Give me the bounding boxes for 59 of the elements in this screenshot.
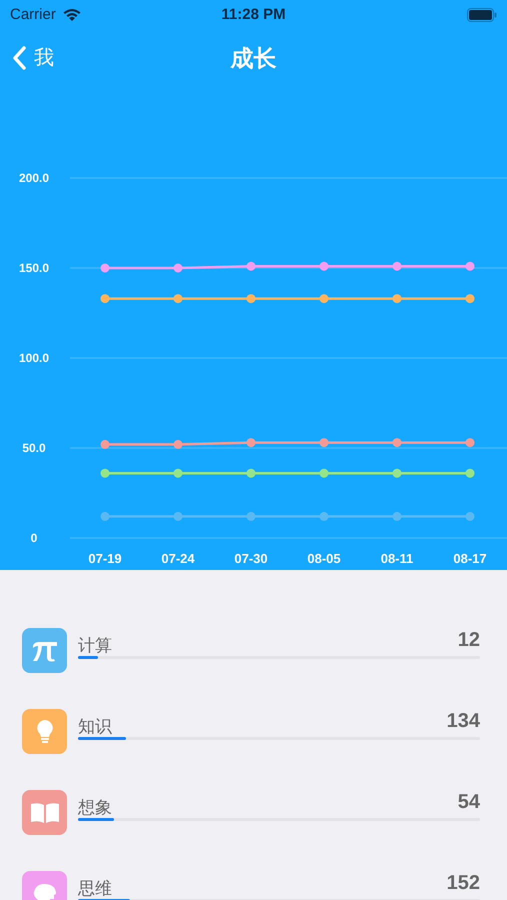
x-axis-label: 08-17	[453, 551, 487, 566]
data-point	[100, 512, 110, 521]
x-axis-label: 07-19	[88, 551, 122, 566]
data-point	[392, 468, 402, 478]
data-point	[392, 438, 402, 448]
skill-score: 54	[458, 792, 480, 812]
data-point	[174, 294, 182, 304]
data-point	[174, 440, 182, 449]
data-point	[100, 264, 110, 272]
data-point	[174, 468, 182, 478]
data-point	[100, 468, 110, 478]
data-point	[320, 262, 328, 271]
data-point	[466, 438, 474, 448]
data-point	[392, 294, 402, 304]
skill-label: 计算	[78, 637, 112, 654]
data-point	[320, 438, 328, 448]
data-point	[320, 512, 328, 521]
data-point	[246, 438, 256, 448]
data-point	[392, 512, 402, 521]
data-point	[320, 468, 328, 478]
skill-score: 12	[458, 630, 480, 650]
data-point	[392, 262, 402, 271]
y-axis-label: 150.0	[18, 261, 50, 275]
x-axis-label: 07-30	[234, 551, 268, 566]
data-point	[320, 294, 328, 304]
x-axis-label: 08-11	[380, 551, 414, 566]
status-time: 11:28 PM	[221, 4, 286, 25]
data-point	[100, 440, 110, 449]
data-point	[466, 294, 474, 304]
page-title: 成长	[230, 44, 276, 73]
data-point	[466, 512, 474, 521]
skill-label: 想象	[78, 799, 112, 816]
data-point	[246, 468, 256, 478]
x-axis-label: 07-24	[161, 551, 195, 566]
open-book-icon	[30, 800, 60, 824]
data-point	[174, 512, 182, 521]
x-axis-label: 08-05	[307, 551, 341, 566]
wifi-icon	[62, 8, 82, 22]
data-point	[246, 262, 256, 271]
data-point	[246, 294, 256, 304]
y-axis-label: 0	[30, 531, 38, 545]
data-point	[246, 512, 256, 521]
carrier-label: Carrier	[10, 4, 56, 25]
data-point	[100, 294, 110, 304]
skill-score: 152	[446, 873, 480, 893]
lightbulb-icon	[36, 718, 54, 744]
skill-score: 134	[446, 711, 480, 731]
data-point	[174, 264, 182, 272]
battery-icon	[467, 8, 497, 22]
y-axis-label: 50.0	[22, 441, 46, 455]
data-point	[466, 262, 474, 271]
y-axis-label: 100.0	[18, 351, 50, 365]
head-icon	[32, 882, 58, 900]
y-axis-label: 200.0	[18, 171, 50, 185]
back-button[interactable]: 我	[12, 43, 54, 73]
skill-label: 知识	[78, 718, 112, 735]
skill-label: 思维	[78, 880, 112, 897]
chevron-left-icon	[12, 46, 26, 70]
data-point	[466, 468, 474, 478]
